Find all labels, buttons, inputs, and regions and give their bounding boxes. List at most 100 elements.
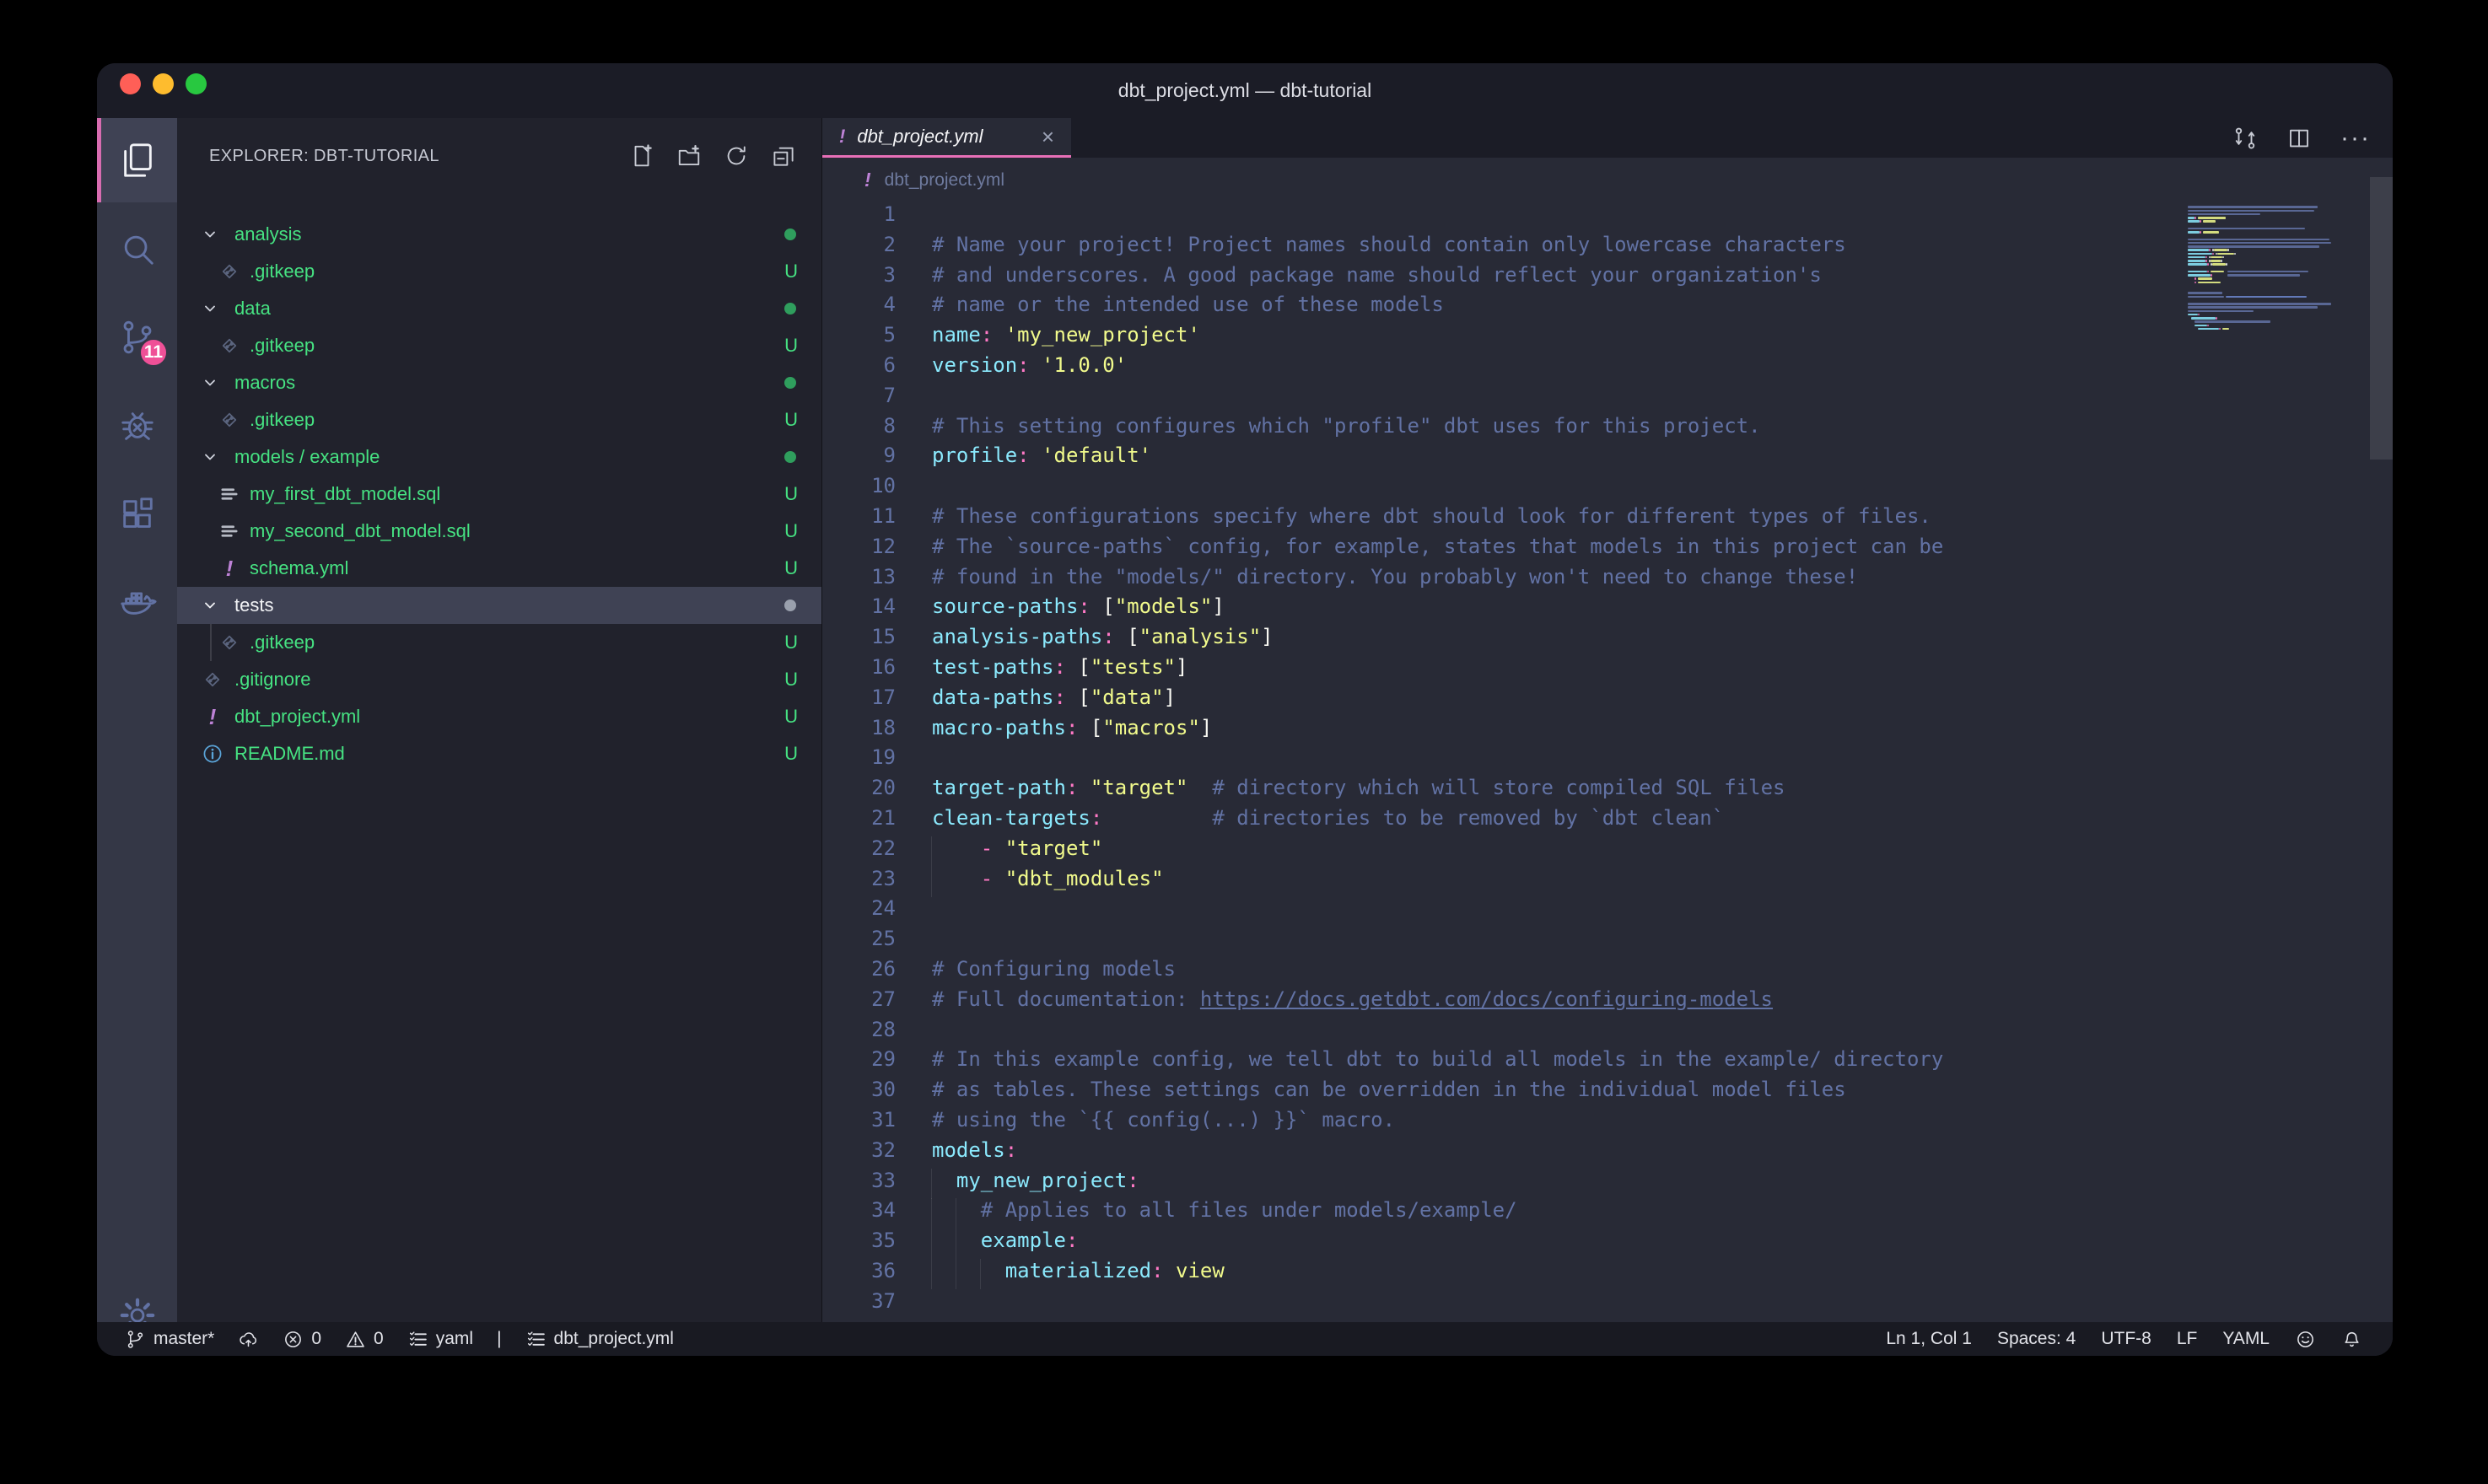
minimap-line [2209, 249, 2211, 251]
activity-item-docker[interactable] [97, 561, 177, 645]
line-number: 32 [822, 1138, 896, 1162]
title-bar: dbt_project.yml — dbt-tutorial [97, 63, 2393, 118]
activity-item-explorer[interactable] [97, 118, 177, 202]
minimap-line [2226, 296, 2307, 298]
tree-item--gitkeep[interactable]: .gitkeepU [177, 624, 821, 661]
status-item-master-[interactable]: master* [125, 1329, 214, 1350]
status-item-yaml[interactable]: yaml [407, 1329, 473, 1350]
yaml-warning-icon: ! [864, 169, 871, 191]
code-text: name: 'my_new_project' [932, 323, 1200, 347]
minimap-line [2188, 274, 2211, 277]
tree-item-my-second-dbt-model-sql[interactable]: my_second_dbt_model.sqlU [177, 513, 821, 550]
docker-icon [118, 583, 157, 622]
minimap[interactable] [2184, 202, 2349, 1322]
tree-item-analysis[interactable]: analysis [177, 216, 821, 253]
new-file-icon[interactable] [629, 143, 654, 169]
tree-item-macros[interactable]: macros [177, 364, 821, 401]
line-number: 35 [822, 1229, 896, 1252]
tab-dbt-project-yml[interactable]: ! dbt_project.yml × [822, 118, 1071, 158]
tree-item-models-example[interactable]: models / example [177, 438, 821, 476]
tree-item-tests[interactable]: tests [177, 587, 821, 624]
tree-item-label: macros [234, 372, 295, 394]
tree-item-data[interactable]: data [177, 290, 821, 327]
status-item-dbt-project-yml[interactable]: dbt_project.yml [525, 1329, 674, 1350]
code-line: 27# Full documentation: https://docs.get… [822, 987, 2393, 1018]
code-text: # as tables. These settings can be overr… [932, 1078, 1846, 1101]
git-modified-dot-badge [784, 377, 796, 389]
breadcrumb[interactable]: ! dbt_project.yml [822, 158, 2393, 202]
status-item-smiley[interactable] [2295, 1329, 2316, 1350]
tree-item--gitkeep[interactable]: .gitkeepU [177, 253, 821, 290]
status-item-ln-1-col-1[interactable]: Ln 1, Col 1 [1886, 1329, 1972, 1349]
tab-label: dbt_project.yml [857, 126, 983, 148]
code-line: 18macro-paths: ["macros"] [822, 716, 2393, 746]
code-line: 32models: [822, 1138, 2393, 1169]
activity-item-source-control[interactable]: 11 [97, 295, 177, 379]
status-bar-right: Ln 1, Col 1 Spaces: 4 UTF-8 LF YAML [1886, 1329, 2362, 1350]
breadcrumb-file[interactable]: dbt_project.yml [885, 170, 1004, 191]
status-item-yaml[interactable]: YAML [2222, 1329, 2270, 1349]
activity-item-extensions[interactable] [97, 472, 177, 556]
tree-item-dbt-project-yml[interactable]: !dbt_project.ymlU [177, 698, 821, 735]
minimap-line [2198, 328, 2219, 331]
status-item-lf[interactable]: LF [2177, 1329, 2198, 1349]
tree-item-readme-md[interactable]: README.mdU [177, 735, 821, 772]
git-modified-dot-badge [784, 451, 796, 463]
status-item-bell[interactable] [2341, 1329, 2362, 1350]
line-number: 16 [822, 655, 896, 679]
activity-item-search[interactable] [97, 207, 177, 291]
activity-item-debug[interactable] [97, 384, 177, 468]
editor-scrollbar[interactable] [2370, 177, 2393, 460]
chevron-down-icon [200, 595, 220, 616]
minimap-line [2195, 320, 2270, 323]
tree-item--gitkeep[interactable]: .gitkeepU [177, 327, 821, 364]
code-area[interactable]: 12# Name your project! Project names sho… [822, 202, 2393, 1322]
screenshot-stage: dbt_project.yml — dbt-tutorial 11 EXPLOR… [0, 0, 2488, 1484]
tree-item-my-first-dbt-model-sql[interactable]: my_first_dbt_model.sqlU [177, 476, 821, 513]
tree-item--gitignore[interactable]: .gitignoreU [177, 661, 821, 698]
minimap-line [2222, 328, 2229, 331]
status-item-cloud-upload[interactable] [238, 1329, 259, 1350]
minimap-line [2188, 310, 2254, 313]
status-item-0[interactable]: 0 [283, 1329, 321, 1350]
close-tab-icon[interactable]: × [1042, 124, 1054, 150]
minimap-line [2217, 253, 2235, 255]
minimap-line [2188, 306, 2318, 309]
tree-item-label: models / example [234, 446, 380, 468]
minimap-line [2200, 220, 2201, 223]
branch-icon [125, 1329, 146, 1350]
code-text: # The `source-paths` config, for example… [932, 535, 1943, 558]
minimap-line [2222, 256, 2224, 259]
open-changes-icon[interactable] [2232, 126, 2258, 151]
tree-item--gitkeep[interactable]: .gitkeepU [177, 401, 821, 438]
split-editor-icon[interactable] [2286, 126, 2312, 151]
minimap-line [2188, 231, 2200, 234]
new-folder-icon[interactable] [676, 143, 702, 169]
git-modified-dot-badge [784, 229, 796, 240]
git-untracked-badge: U [784, 669, 798, 691]
code-text: profile: 'default' [932, 444, 1151, 467]
minimap-line [2198, 314, 2200, 316]
vscode-window: dbt_project.yml — dbt-tutorial 11 EXPLOR… [97, 63, 2393, 1356]
explorer-header-actions [629, 118, 796, 194]
status-bar-left: master* 0 0 yaml | dbt_project.yml [125, 1329, 674, 1350]
explorer-header: EXPLORER: DBT-TUTORIAL [177, 118, 821, 194]
line-number: 25 [822, 927, 896, 950]
status-item-0[interactable]: 0 [345, 1329, 384, 1350]
code-text: # Name your project! Project names shoul… [932, 233, 1846, 256]
line-number: 21 [822, 806, 896, 830]
git-file-icon [218, 631, 241, 654]
status-item-spaces-4[interactable]: Spaces: 4 [1997, 1329, 2076, 1349]
git-file-icon [218, 334, 241, 358]
warn-file-icon: ! [201, 705, 224, 729]
minimap-line [2188, 213, 2260, 216]
minimap-line [2211, 271, 2224, 273]
code-line: 3# and underscores. A good package name … [822, 263, 2393, 293]
status-item--[interactable]: | [497, 1329, 501, 1349]
collapse-all-icon[interactable] [771, 143, 796, 169]
line-number: 36 [822, 1259, 896, 1282]
status-item-utf-8[interactable]: UTF-8 [2101, 1329, 2151, 1349]
tree-item-schema-yml[interactable]: !schema.ymlU [177, 550, 821, 587]
more-actions-icon[interactable]: ··· [2340, 124, 2371, 153]
refresh-icon[interactable] [724, 143, 749, 169]
